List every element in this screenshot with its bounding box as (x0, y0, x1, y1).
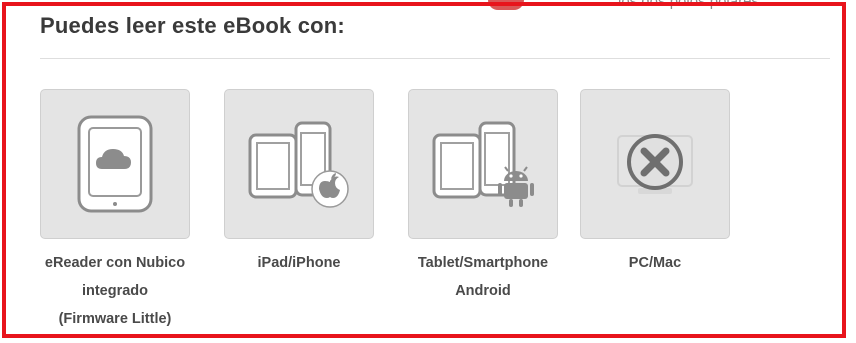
unavailable-x-icon (617, 134, 693, 194)
device-android[interactable]: Tablet/Smartphone Android (408, 89, 558, 305)
ereader-cloud-icon (77, 115, 153, 213)
device-tile[interactable] (224, 89, 374, 239)
device-label: eReader con Nubico integrado (Firmware L… (44, 255, 186, 327)
device-pc-mac[interactable]: PC/Mac (580, 89, 730, 277)
device-tile[interactable] (408, 89, 558, 239)
device-label: iPad/iPhone (257, 255, 341, 271)
device-tile[interactable] (580, 89, 730, 239)
device-ereader[interactable]: eReader con Nubico integrado (Firmware L… (40, 89, 190, 333)
divider (40, 58, 830, 59)
device-label: PC/Mac (628, 255, 682, 271)
device-label: Tablet/Smartphone Android (417, 255, 549, 299)
apple-devices-icon (248, 121, 349, 208)
device-ipad-iphone[interactable]: iPad/iPhone (224, 89, 374, 277)
android-devices-icon (432, 121, 534, 207)
device-tile[interactable] (40, 89, 190, 239)
section-title: Puedes leer este eBook con: (40, 13, 345, 38)
